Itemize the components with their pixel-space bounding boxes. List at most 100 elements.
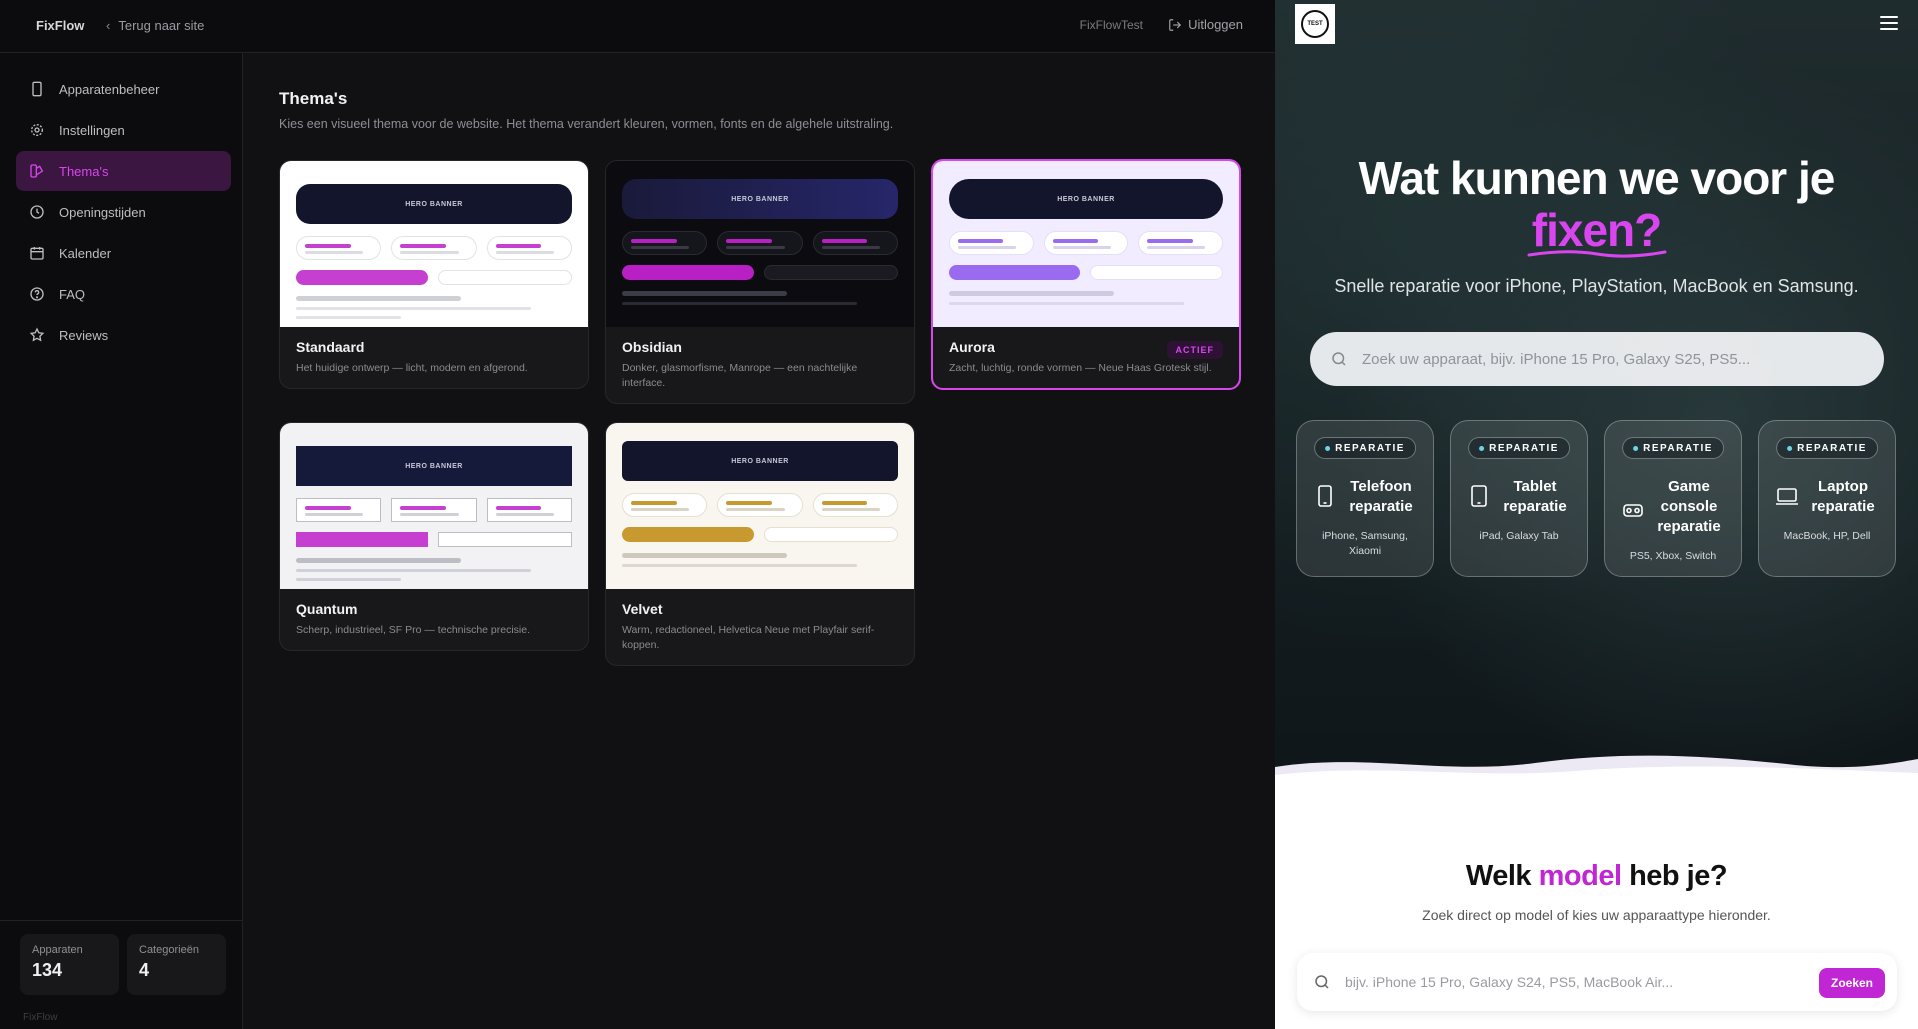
sidebar-item-label: Apparatenbeheer [59, 81, 160, 97]
gear-icon [31, 124, 43, 136]
hero-banner-preview: HERO BANNER [296, 446, 572, 486]
page-title: Thema's [279, 89, 348, 108]
phone-icon [1318, 485, 1332, 507]
category-tag-label: REPARATIE [1797, 442, 1867, 454]
preview-button-row [296, 270, 572, 285]
website-preview: TEST Wat kunnen we voor je fixen? Snelle… [1275, 0, 1918, 1029]
stat-value: 134 [32, 960, 63, 980]
category-subtitle: MacBook, HP, Dell [1783, 530, 1871, 542]
theme-card-body: Standaard Het huidige ontwerp — licht, m… [280, 327, 588, 388]
category-title: Laptop reparatie [1811, 478, 1875, 515]
sidebar-item-instellingen[interactable]: Instellingen [16, 110, 231, 150]
theme-card-quantum[interactable]: HERO BANNER Quantum Scherp, industrieel,… [279, 422, 589, 651]
sidebar-item-label: Reviews [59, 327, 109, 343]
category-card-tablet[interactable]: REPARATIE Tablet reparatie iPad, Galaxy … [1450, 420, 1588, 577]
category-tag: REPARATIE [1776, 437, 1878, 459]
theme-card-standaard[interactable]: HERO BANNER Standaard Het huidige ontwer… [279, 160, 589, 389]
theme-description: Zacht, luchtig, ronde vormen — Neue Haas… [949, 362, 1212, 374]
hero-title-line: Wat kunnen we voor je [1358, 152, 1836, 204]
theme-name: Standaard [296, 339, 365, 355]
sidebar-item-label: FAQ [59, 286, 86, 302]
sidebar-item-label: Openingstijden [59, 204, 146, 220]
preview-card-row [296, 236, 572, 260]
preview-card-row [622, 493, 898, 517]
chevron-left-icon: ‹ [106, 18, 111, 33]
sidebar-item-reviews[interactable]: Reviews [16, 315, 231, 355]
category-tag-label: REPARATIE [1643, 442, 1713, 454]
theme-name: Quantum [296, 601, 358, 617]
help-circle-icon [30, 287, 44, 301]
tablet-icon [1471, 485, 1487, 507]
theme-preview-thumbnail: HERO BANNER [280, 423, 588, 589]
sidebar-item-openingstijden[interactable]: Openingstijden [16, 192, 231, 232]
preview-button-row [622, 527, 898, 542]
models-title-post: heb je? [1621, 860, 1728, 892]
category-title: Telefoon reparatie [1349, 478, 1413, 515]
logout-icon [1169, 18, 1182, 31]
device-search-input[interactable]: Zoek uw apparaat, bijv. iPhone 15 Pro, G… [1310, 332, 1884, 386]
back-to-site-link[interactable]: ‹ Terug naar site [106, 18, 204, 33]
page-subtitle: Kies een visueel thema voor de website. … [279, 117, 894, 131]
models-title: Welk model heb je? [1275, 860, 1918, 893]
preview-button-row [296, 532, 572, 547]
stat-label: Apparaten [32, 944, 83, 956]
hero-subtitle: Snelle reparatie voor iPhone, PlayStatio… [1334, 276, 1859, 296]
theme-description: Warm, redactioneel, Helvetica Neue met P… [622, 624, 875, 651]
category-subtitle: iPhone, Samsung, Xiaomi [1322, 530, 1408, 557]
sidebar-item-label: Instellingen [59, 122, 125, 138]
category-title: Tablet reparatie [1503, 478, 1567, 515]
theme-description: Donker, glasmorfisme, Manrope — een nach… [622, 362, 858, 389]
search-icon [1315, 975, 1329, 989]
category-card-laptop[interactable]: REPARATIE Laptop reparatie MacBook, HP, … [1758, 420, 1896, 577]
theme-description: Het huidige ontwerp — licht, modern en a… [296, 362, 528, 374]
zoeken-button[interactable]: Zoeken [1818, 968, 1885, 998]
theme-card-aurora[interactable]: HERO BANNER ACTIEF Aurora Zacht, luchtig… [931, 159, 1241, 390]
main-content: Thema's Kies een visueel thema voor de w… [243, 53, 1275, 1029]
stat-label: Categorieën [139, 944, 199, 956]
active-badge: ACTIEF [1166, 341, 1223, 359]
theme-card-body: Obsidian Donker, glasmorfisme, Manrope —… [606, 327, 914, 403]
hero-banner-preview: HERO BANNER [622, 441, 898, 481]
sidebar-nav: Apparatenbeheer Instellingen Thema's Ope… [16, 69, 231, 356]
theme-description: Scherp, industrieel, SF Pro — technische… [296, 624, 531, 636]
category-subtitle: PS5, Xbox, Switch [1629, 550, 1717, 562]
category-tag-label: REPARATIE [1489, 442, 1559, 454]
theme-card-velvet[interactable]: HERO BANNER Velvet Warm, redactioneel, H… [605, 422, 915, 666]
category-cards: REPARATIE Telefoon reparatie iPhone, Sam… [1296, 420, 1896, 577]
sidebar-item-themas[interactable]: Thema's [16, 151, 231, 191]
preview-card-row [296, 498, 572, 522]
category-tag: REPARATIE [1622, 437, 1724, 459]
category-tag-label: REPARATIE [1335, 442, 1405, 454]
back-to-site-label: Terug naar site [118, 18, 205, 33]
theme-preview-thumbnail: HERO BANNER [606, 161, 914, 327]
theme-card-body: Quantum Scherp, industrieel, SF Pro — te… [280, 589, 588, 650]
sidebar-item-apparatenbeheer[interactable]: Apparatenbeheer [16, 69, 231, 109]
search-icon [1332, 352, 1346, 366]
hero-section: TEST Wat kunnen we voor je fixen? Snelle… [1275, 0, 1918, 770]
laptop-icon [1776, 488, 1798, 505]
category-card-telefoon[interactable]: REPARATIE Telefoon reparatie iPhone, Sam… [1296, 420, 1434, 577]
sidebar-item-label: Thema's [59, 163, 109, 179]
top-bar: FixFlow ‹ Terug naar site FixFlowTest Ui… [0, 0, 1275, 53]
brand-logo: FixFlow [36, 18, 85, 33]
logo-badge: TEST [1301, 10, 1329, 38]
sidebar-item-kalender[interactable]: Kalender [16, 233, 231, 273]
logout-label: Uitloggen [1188, 17, 1243, 32]
sidebar-divider [0, 920, 243, 921]
theme-name: Obsidian [622, 339, 682, 355]
theme-card-obsidian[interactable]: HERO BANNER Obsidian Donker, glasmorfism… [605, 160, 915, 404]
calendar-icon [30, 247, 44, 260]
stat-value: 4 [139, 960, 150, 980]
accent-underline-icon [1527, 250, 1667, 258]
category-tag: REPARATIE [1314, 437, 1416, 459]
logout-button[interactable]: Uitloggen [1168, 17, 1243, 32]
model-search-input[interactable]: bijv. iPhone 15 Pro, Galaxy S24, PS5, Ma… [1297, 953, 1897, 1011]
admin-app: FixFlow ‹ Terug naar site FixFlowTest Ui… [0, 0, 1275, 1029]
category-card-game-console[interactable]: REPARATIE Game console reparatie PS5, Xb… [1604, 420, 1742, 577]
hamburger-menu-icon[interactable] [1880, 16, 1898, 34]
site-logo[interactable]: TEST [1295, 4, 1335, 44]
sidebar-item-faq[interactable]: FAQ [16, 274, 231, 314]
stat-apparaten: Apparaten 134 [20, 934, 119, 995]
model-search-section: Welk model heb je? Zoek direct op model … [1275, 785, 1918, 1029]
theme-name: Velvet [622, 601, 663, 617]
